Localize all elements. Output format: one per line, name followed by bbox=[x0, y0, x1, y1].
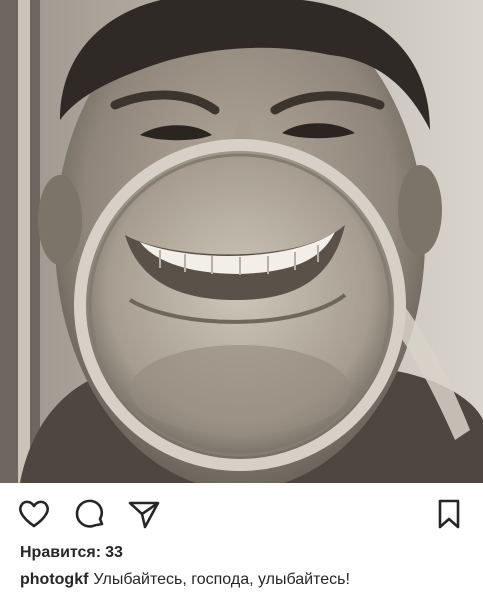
caption-username[interactable]: photogkf bbox=[20, 571, 88, 588]
bookmark-icon[interactable] bbox=[432, 497, 466, 531]
comment-icon-svg bbox=[75, 499, 104, 528]
post-caption: photogkf Улыбайтесь, господа, улыбайтесь! bbox=[20, 571, 475, 589]
likes-label: Нравится: bbox=[20, 544, 102, 561]
likes-count[interactable]: Нравится: 33 bbox=[20, 544, 123, 562]
portrait-illustration bbox=[0, 0, 483, 483]
caption-text: Улыбайтесь, господа, улыбайтесь! bbox=[93, 571, 350, 588]
bookmark-icon-svg bbox=[438, 499, 460, 529]
instagram-post: Нравится: 33 photogkf Улыбайтесь, господа,… bbox=[0, 0, 483, 604]
likes-number: 33 bbox=[105, 544, 123, 561]
heart-icon[interactable] bbox=[17, 497, 51, 531]
heart-icon-svg bbox=[19, 500, 49, 528]
comment-icon[interactable] bbox=[73, 497, 107, 531]
paper-plane-icon-svg bbox=[128, 501, 160, 529]
post-actions-bar bbox=[0, 483, 483, 543]
post-photo[interactable] bbox=[0, 0, 483, 483]
paper-plane-icon[interactable] bbox=[127, 497, 161, 531]
